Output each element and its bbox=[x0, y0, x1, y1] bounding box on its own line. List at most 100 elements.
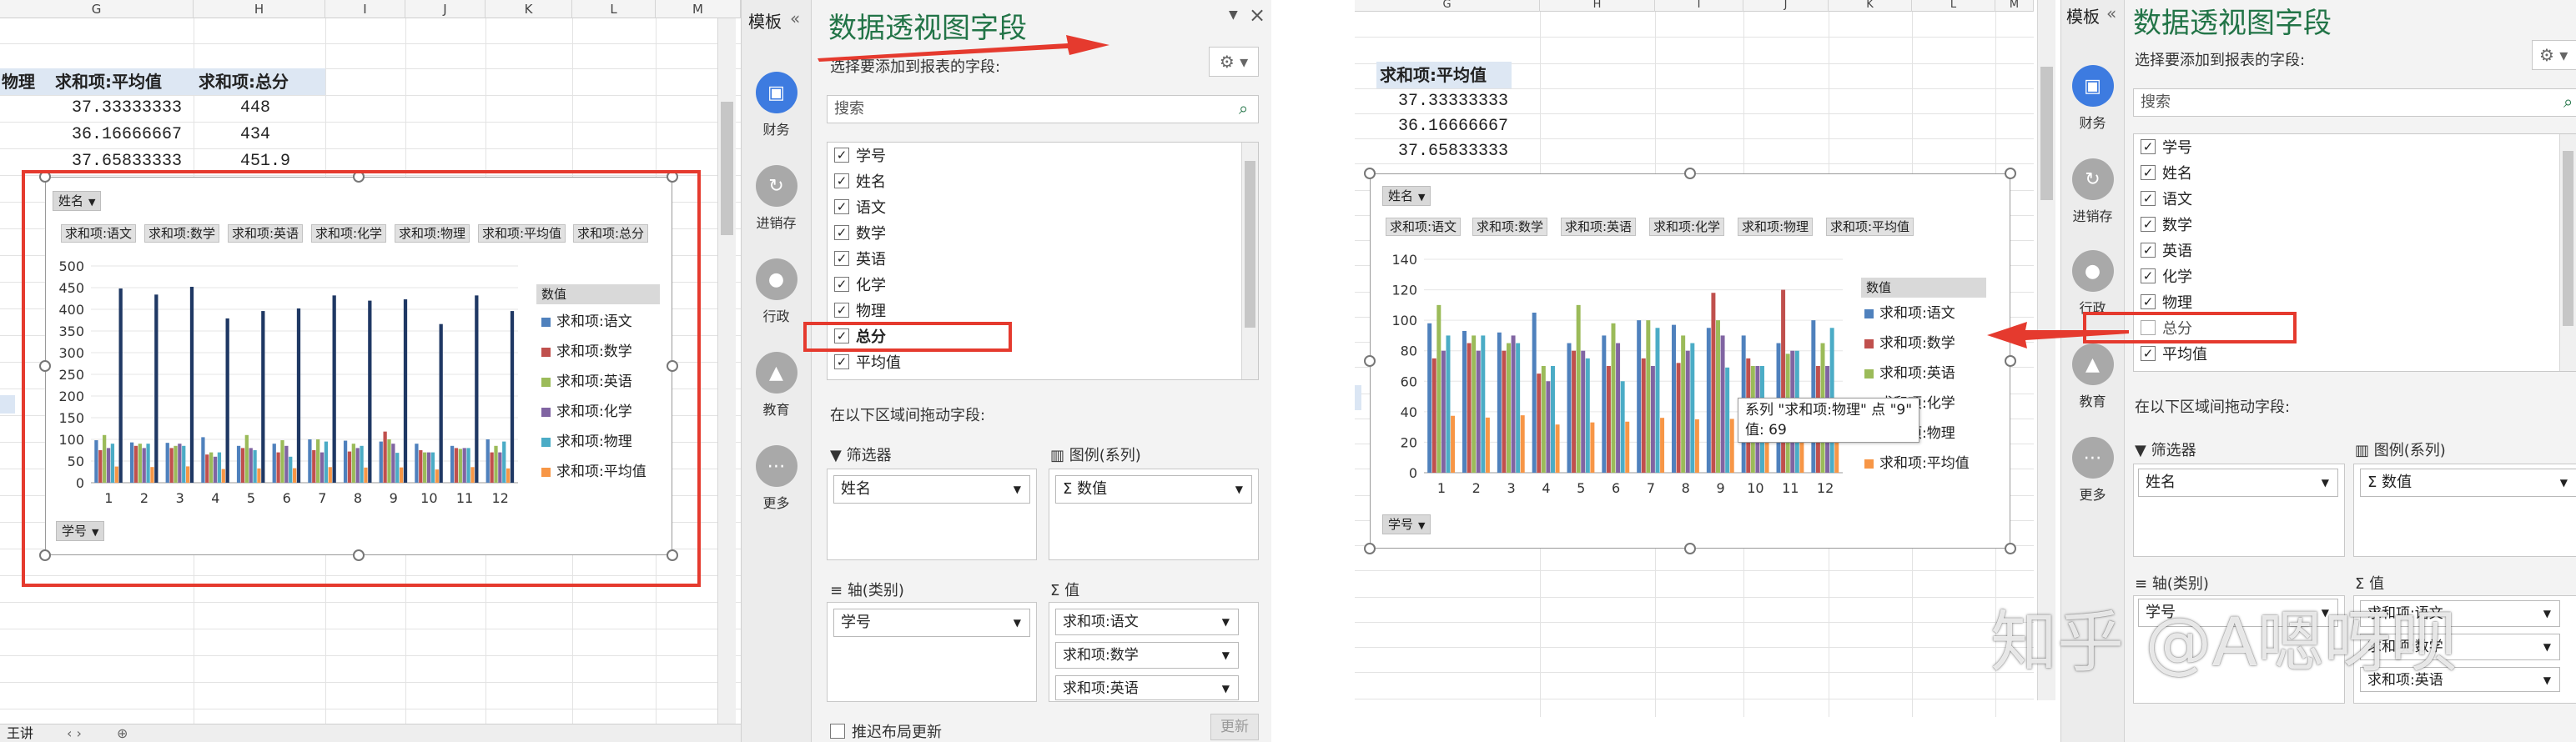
ribbon-item-finance[interactable]: ▣ 财务 bbox=[742, 72, 811, 138]
ribbon-item-inventory[interactable]: ↻ 进销存 bbox=[2061, 158, 2124, 225]
ribbon-item-admin[interactable]: ● 行政 bbox=[742, 258, 811, 325]
column-header[interactable]: J bbox=[405, 0, 486, 18]
column-header[interactable]: H bbox=[194, 0, 325, 18]
field-item[interactable]: ✓ 化学 bbox=[834, 273, 886, 298]
sheet-tab[interactable]: 王讲 bbox=[7, 724, 33, 742]
vertical-scrollbar[interactable] bbox=[717, 18, 736, 724]
ribbon-item-education[interactable]: ▲ 教育 bbox=[742, 352, 811, 419]
field-search-input[interactable]: 搜索 bbox=[827, 95, 1259, 123]
table-cell[interactable]: 448 bbox=[194, 95, 325, 122]
legend-item[interactable]: 求和项:语文 bbox=[1864, 304, 1955, 323]
chart-filter-button[interactable]: 姓名 ▼ bbox=[1382, 186, 1431, 206]
resize-handle[interactable] bbox=[2005, 543, 2016, 554]
field-item[interactable]: ✓ 数学 bbox=[2141, 213, 2192, 238]
filter-field-dropdown[interactable]: 姓名 ▼ bbox=[833, 475, 1030, 504]
checkbox-checked-icon[interactable]: ✓ bbox=[2141, 243, 2156, 258]
checkbox-checked-icon[interactable]: ✓ bbox=[834, 303, 849, 318]
column-header[interactable]: J bbox=[1743, 0, 1829, 12]
resize-handle[interactable] bbox=[1684, 168, 1696, 179]
settings-gear-icon[interactable]: ⚙ ▾ bbox=[1209, 47, 1259, 77]
column-header[interactable]: K bbox=[1829, 0, 1912, 12]
legend-item[interactable]: 求和项:数学 bbox=[1864, 334, 1955, 353]
value-field-button[interactable]: 求和项:化学 bbox=[1649, 218, 1725, 236]
field-list-scrollbar[interactable] bbox=[2559, 134, 2576, 371]
table-cell[interactable]: 36.16666667 bbox=[50, 122, 194, 148]
checkbox-checked-icon[interactable]: ✓ bbox=[2141, 217, 2156, 232]
checkbox-checked-icon[interactable]: ✓ bbox=[834, 354, 849, 369]
field-item[interactable]: ✓ 姓名 bbox=[834, 170, 886, 195]
column-header[interactable]: L bbox=[572, 0, 656, 18]
table-header-cell[interactable]: 求和项:总分 bbox=[194, 68, 325, 95]
checkbox-checked-icon[interactable]: ✓ bbox=[834, 173, 849, 188]
table-cell[interactable]: 36.16666667 bbox=[1376, 113, 1512, 140]
collapse-icon[interactable]: « bbox=[2106, 3, 2116, 23]
field-item[interactable]: ✓ 语文 bbox=[2141, 188, 2192, 213]
value-field-dropdown[interactable]: 求和项:语文 ▼ bbox=[1055, 609, 1239, 635]
value-field-button[interactable]: 求和项:物理 bbox=[1738, 218, 1814, 236]
field-item[interactable]: ✓ 学号 bbox=[834, 144, 886, 169]
search-icon[interactable]: ⌕ bbox=[1239, 98, 1248, 118]
ribbon-item-more[interactable]: ⋯ 更多 bbox=[2061, 437, 2124, 504]
sheet-nav-icon[interactable]: ‹ › bbox=[67, 724, 82, 742]
column-header[interactable]: G bbox=[0, 0, 194, 18]
chart-axis-button[interactable]: 学号 ▼ bbox=[1382, 514, 1431, 534]
add-sheet-icon[interactable]: ⊕ bbox=[117, 724, 128, 742]
value-field-button[interactable]: 求和项:数学 bbox=[1472, 218, 1548, 236]
field-item[interactable]: ✓ 语文 bbox=[834, 196, 886, 221]
column-header[interactable]: K bbox=[486, 0, 572, 18]
field-list-scrollbar[interactable] bbox=[1241, 143, 1258, 379]
resize-handle[interactable] bbox=[1364, 168, 1376, 179]
column-header[interactable]: I bbox=[325, 0, 405, 18]
column-header[interactable]: M bbox=[656, 0, 741, 18]
legend-item[interactable]: 求和项:平均值 bbox=[1864, 454, 1970, 473]
field-item[interactable]: ✓ 数学 bbox=[834, 222, 886, 247]
value-field-dropdown[interactable]: 求和项:数学 ▼ bbox=[1055, 642, 1239, 669]
column-header[interactable]: L bbox=[1912, 0, 1995, 12]
field-item[interactable]: ✓ 平均值 bbox=[2141, 343, 2207, 368]
field-item[interactable]: ✓ 化学 bbox=[2141, 265, 2192, 290]
field-item[interactable]: ✓ 学号 bbox=[2141, 136, 2192, 161]
filter-field-dropdown[interactable]: 姓名 ▼ bbox=[2138, 469, 2338, 497]
checkbox-checked-icon[interactable]: ✓ bbox=[834, 199, 849, 214]
pivot-chart[interactable]: 0 20 40 60 80 100 120 140 1 2 3 4 5 6 7 8 9 10 11 12 姓名 ▼ 求和… bbox=[1370, 173, 2010, 549]
checkbox-checked-icon[interactable]: ✓ bbox=[2141, 139, 2156, 154]
update-button[interactable]: 更新 bbox=[1210, 714, 1259, 740]
value-field-dropdown[interactable]: 求和项:英语 ▼ bbox=[1055, 675, 1239, 700]
field-item[interactable]: ✓ 英语 bbox=[2141, 239, 2192, 264]
search-icon[interactable]: ⌕ bbox=[2563, 92, 2573, 112]
checkbox-checked-icon[interactable]: ✓ bbox=[834, 148, 849, 163]
value-field-button[interactable]: 求和项:平均值 bbox=[1826, 218, 1914, 236]
checkbox-unchecked-icon[interactable] bbox=[830, 724, 845, 739]
checkbox-checked-icon[interactable]: ✓ bbox=[2141, 165, 2156, 180]
checkbox-checked-icon[interactable]: ✓ bbox=[2141, 346, 2156, 361]
field-search-input[interactable]: 搜索 bbox=[2133, 88, 2576, 117]
field-item[interactable]: ✓ 姓名 bbox=[2141, 162, 2192, 187]
table-header-cell[interactable]: 求和项:平均值 bbox=[1376, 62, 1512, 88]
legend-item[interactable]: 求和项:英语 bbox=[1864, 364, 1955, 383]
axis-field-dropdown[interactable]: 学号 ▼ bbox=[833, 609, 1030, 637]
ribbon-item-inventory[interactable]: ↻ 进销存 bbox=[742, 165, 811, 232]
ribbon-item-admin[interactable]: ● 行政 bbox=[2061, 250, 2124, 317]
checkbox-checked-icon[interactable]: ✓ bbox=[834, 251, 849, 266]
table-cell[interactable]: 434 bbox=[194, 122, 325, 148]
checkbox-checked-icon[interactable]: ✓ bbox=[2141, 191, 2156, 206]
legend-field-dropdown[interactable]: Σ 数值 ▼ bbox=[2360, 469, 2576, 497]
value-field-button[interactable]: 求和项:英语 bbox=[1561, 218, 1637, 236]
checkbox-checked-icon[interactable]: ✓ bbox=[834, 277, 849, 292]
close-icon[interactable]: × bbox=[1249, 3, 1265, 27]
checkbox-checked-icon[interactable]: ✓ bbox=[2141, 294, 2156, 309]
table-cell[interactable]: 37.33333333 bbox=[1376, 88, 1512, 115]
table-cell[interactable]: 37.65833333 bbox=[1376, 138, 1512, 165]
table-cell[interactable]: 37.33333333 bbox=[50, 95, 194, 122]
ribbon-item-more[interactable]: ⋯ 更多 bbox=[742, 445, 811, 512]
collapse-icon[interactable]: « bbox=[790, 8, 800, 28]
column-header[interactable]: M bbox=[1995, 0, 2034, 12]
ribbon-item-finance[interactable]: ▣ 财务 bbox=[2061, 65, 2124, 132]
column-header[interactable]: I bbox=[1655, 0, 1743, 12]
field-item[interactable]: ✓ 物理 bbox=[834, 299, 886, 324]
checkbox-checked-icon[interactable]: ✓ bbox=[2141, 268, 2156, 283]
field-item[interactable]: ✓ 英语 bbox=[834, 248, 886, 273]
table-header-cell[interactable]: 物理 bbox=[0, 68, 50, 95]
value-field-button[interactable]: 求和项:语文 bbox=[1386, 218, 1462, 236]
resize-handle[interactable] bbox=[1364, 543, 1376, 554]
